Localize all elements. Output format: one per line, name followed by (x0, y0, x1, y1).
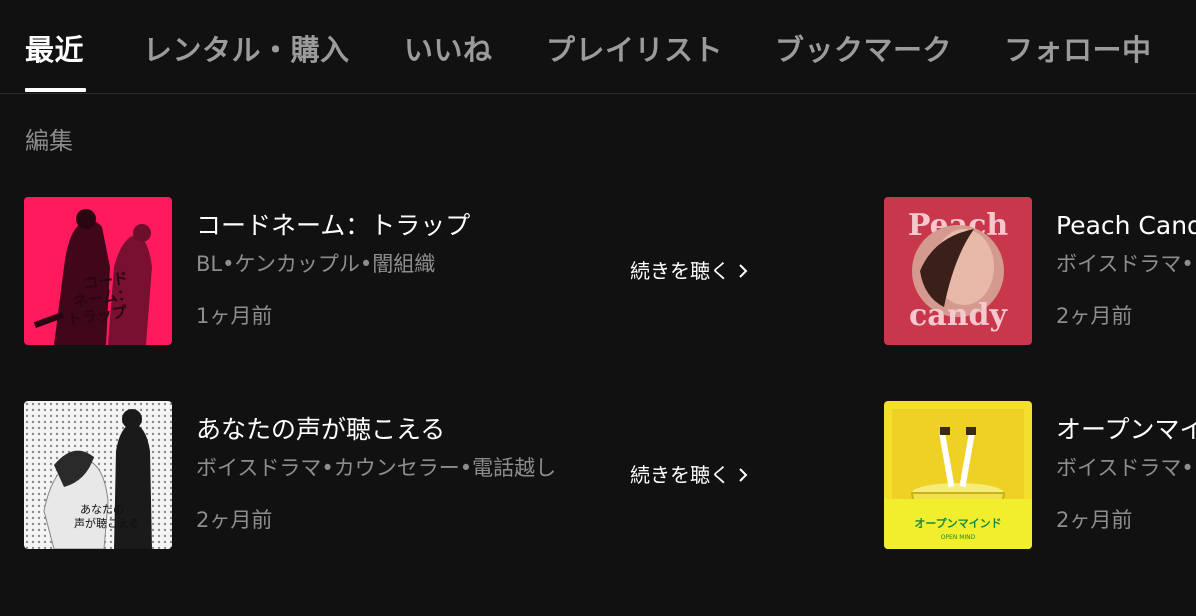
continue-listening-button[interactable]: 続きを聴く (630, 257, 750, 285)
list-item[interactable]: Peach candy Peach Candy ボイスドラマ• 2ヶ月前 (884, 197, 1196, 345)
item-tags: ボイスドラマ• (1056, 252, 1194, 276)
svg-text:OPEN MIND: OPEN MIND (941, 534, 976, 541)
continue-label: 続きを聴く (630, 259, 730, 283)
active-tab-indicator (25, 88, 86, 92)
item-tags: BL•ケンカップル•闇組織 (196, 252, 436, 276)
chevron-right-icon (739, 264, 748, 278)
item-title: オープンマイ (1056, 415, 1196, 444)
continue-label: 続きを聴く (630, 463, 730, 487)
cover-image: コード ネーム： トラップ (24, 197, 172, 345)
item-time: 2ヶ月前 (1056, 508, 1133, 532)
tab-rental-purchase[interactable]: レンタル・購入 (143, 30, 350, 70)
svg-text:candy: candy (909, 298, 1008, 333)
tab-likes[interactable]: いいね (404, 30, 493, 70)
item-tags: ボイスドラマ•カウンセラー•電話越し (196, 456, 557, 480)
tab-recent[interactable]: 最近 (25, 30, 84, 70)
chevron-right-icon (739, 468, 748, 482)
svg-text:あなたの: あなたの (80, 503, 124, 516)
cover-image: あなたの 声が聴こえる (24, 401, 172, 549)
item-time: 2ヶ月前 (196, 508, 273, 532)
list-item[interactable]: コード ネーム： トラップ コードネーム：トラップ BL•ケンカップル•闇組織 … (24, 197, 924, 345)
cover-image: Peach candy (884, 197, 1032, 345)
item-time: 2ヶ月前 (1056, 304, 1133, 328)
item-title: Peach Candy (1056, 211, 1196, 240)
tab-bar: 最近 レンタル・購入 いいね プレイリスト ブックマーク フォロー中 (0, 0, 1196, 94)
tab-playlist[interactable]: プレイリスト (546, 30, 723, 70)
item-title: あなたの声が聴こえる (196, 415, 446, 444)
cover-open-mind: オープンマインド OPEN MIND (884, 401, 1032, 549)
list-item[interactable]: あなたの 声が聴こえる あなたの声が聴こえる ボイスドラマ•カウンセラー•電話越… (24, 401, 924, 549)
item-time: 1ヶ月前 (196, 304, 273, 328)
cover-codename-trap: コード ネーム： トラップ (24, 197, 172, 345)
cover-peach-candy: Peach candy (884, 197, 1032, 345)
tab-following[interactable]: フォロー中 (1004, 30, 1152, 70)
continue-listening-button[interactable]: 続きを聴く (630, 461, 750, 489)
cover-image: オープンマインド OPEN MIND (884, 401, 1032, 549)
tab-bookmark[interactable]: ブックマーク (775, 30, 952, 70)
edit-button[interactable]: 編集 (25, 126, 73, 156)
svg-text:オープンマインド: オープンマインド (914, 516, 1001, 530)
item-tags: ボイスドラマ• (1056, 456, 1194, 480)
cover-anata-no-koe: あなたの 声が聴こえる (24, 401, 172, 549)
list-item[interactable]: オープンマインド OPEN MIND オープンマイ ボイスドラマ• 2ヶ月前 (884, 401, 1196, 549)
svg-text:声が聴こえる: 声が聴こえる (74, 516, 140, 530)
item-title: コードネーム：トラップ (196, 211, 471, 240)
